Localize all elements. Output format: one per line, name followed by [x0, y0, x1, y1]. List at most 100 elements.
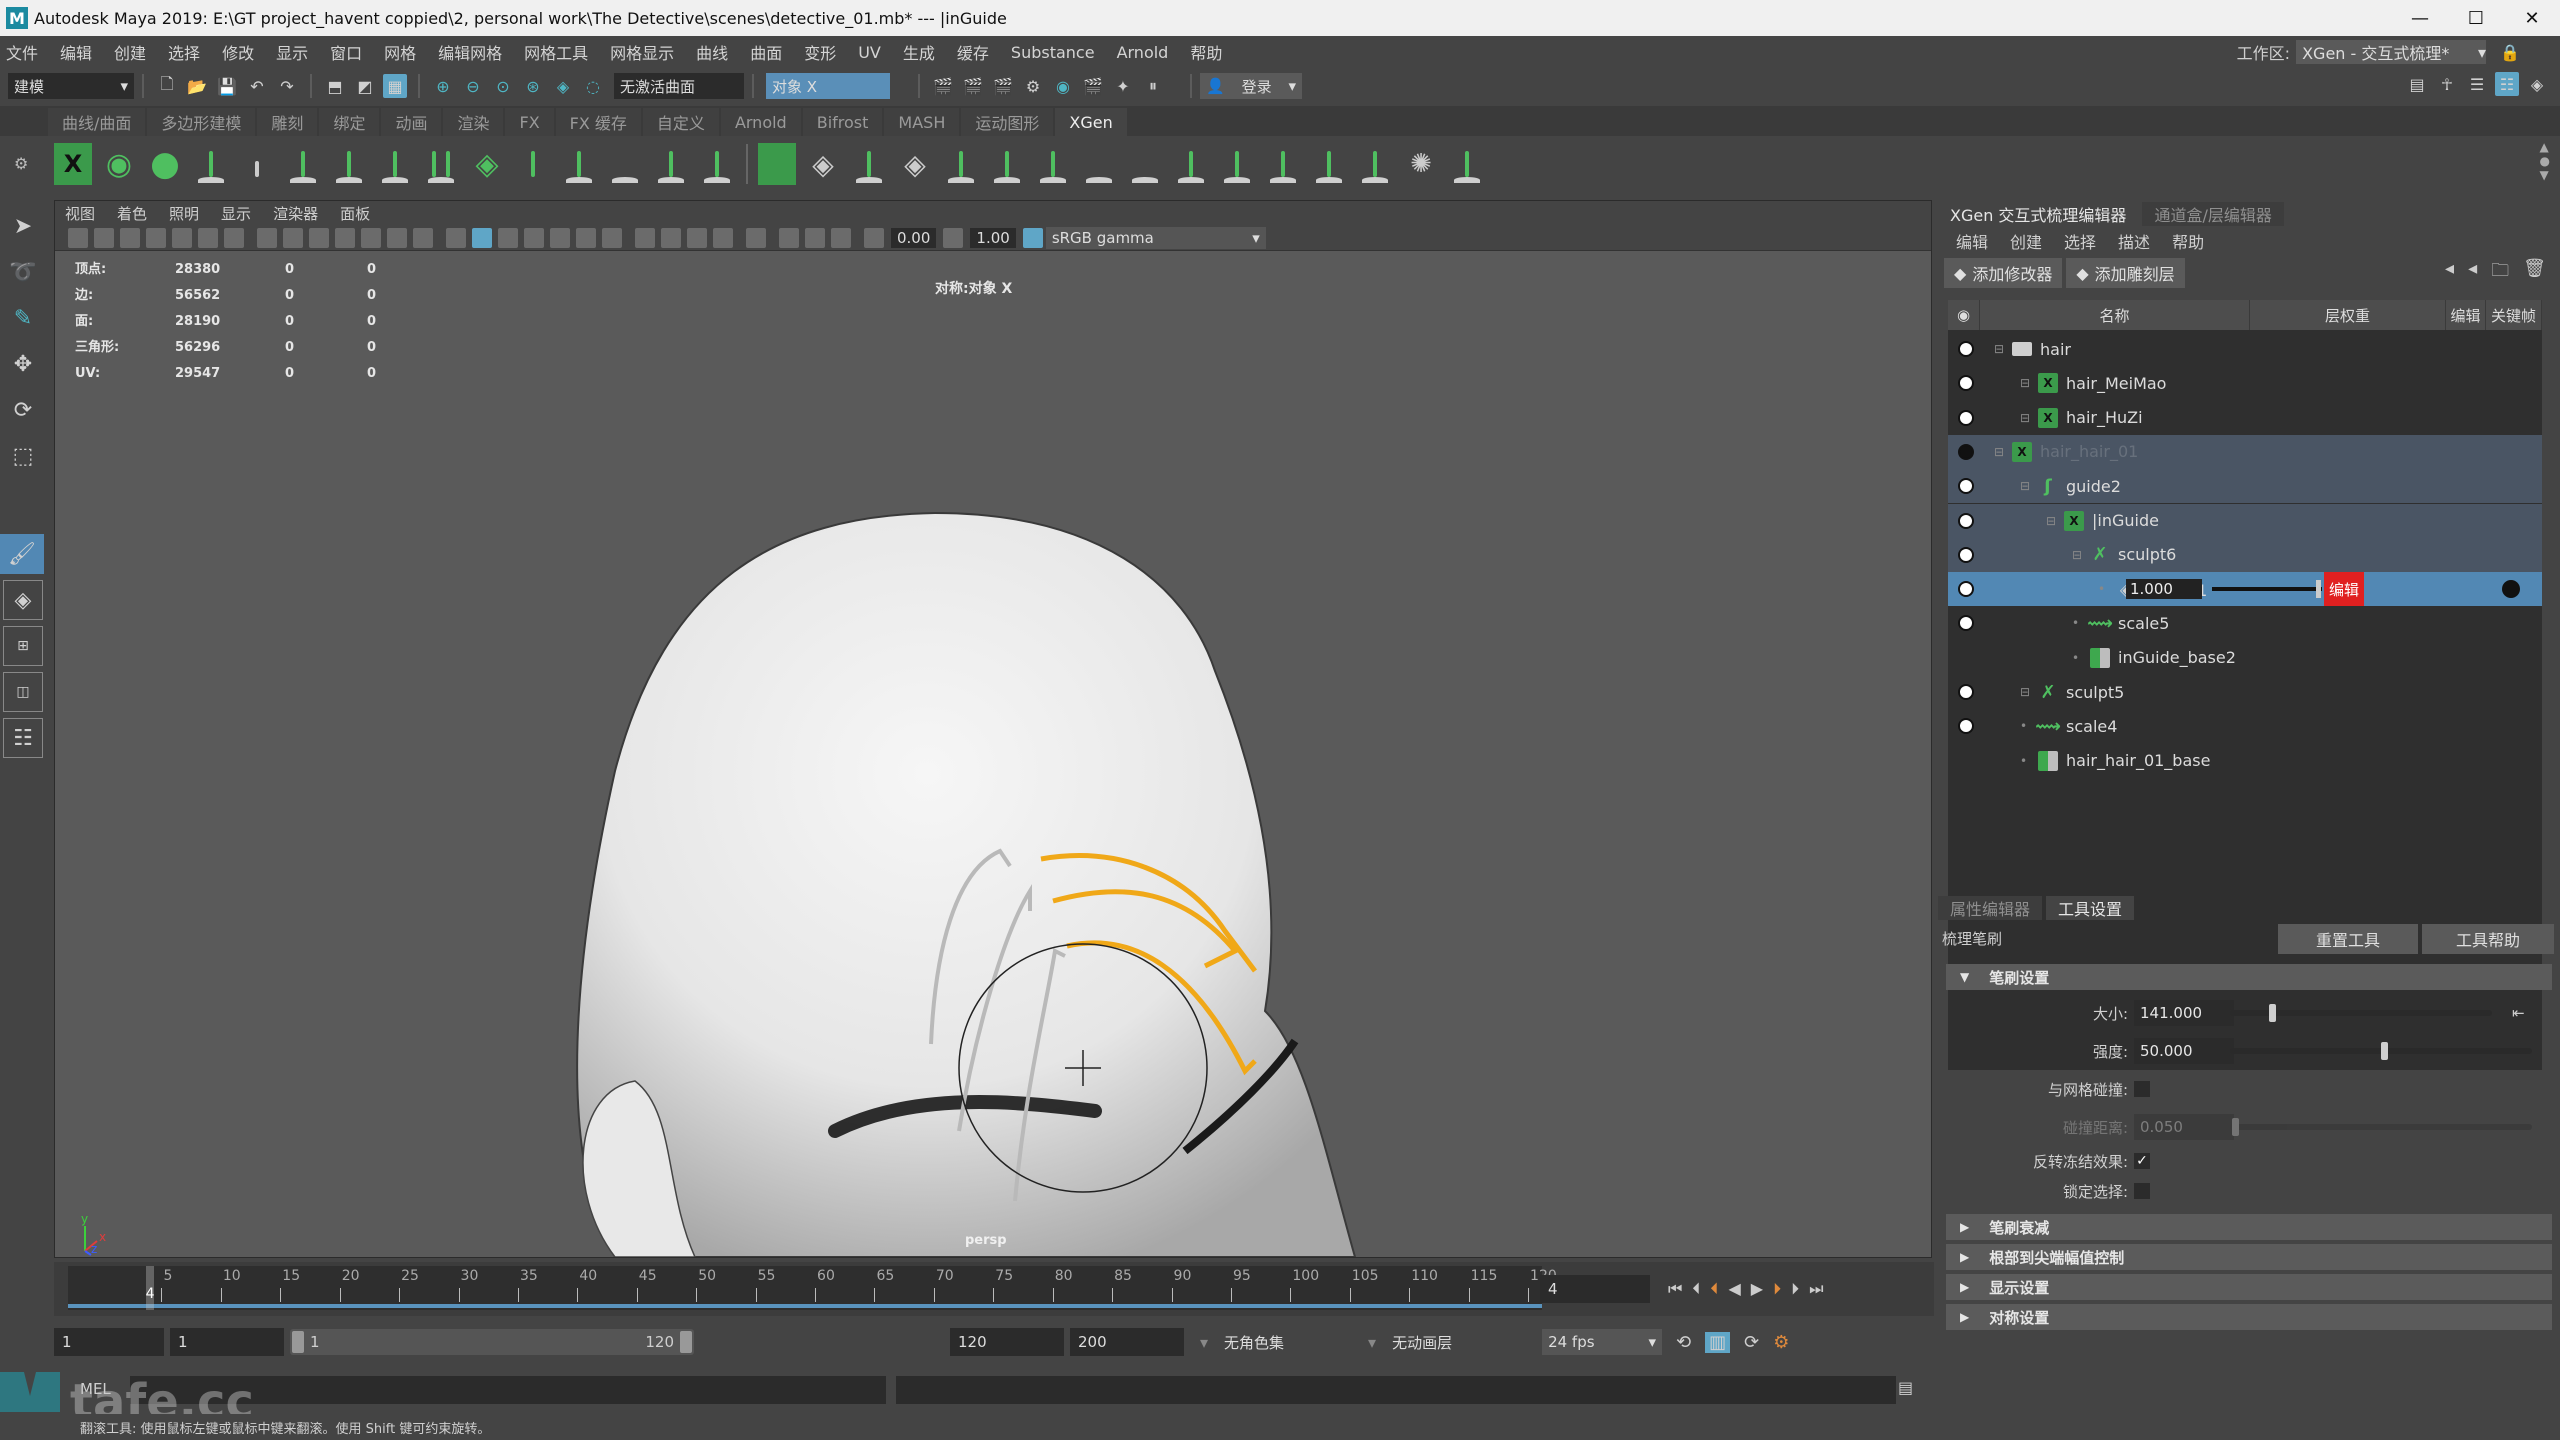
- menu-edit-mesh[interactable]: 编辑网格: [438, 40, 502, 64]
- vp-menu-lighting[interactable]: 照明: [169, 203, 199, 224]
- display-settings-section[interactable]: ▶ 显示设置: [1946, 1274, 2552, 1300]
- outliner-row[interactable]: ⊟ Xhair_HuZi: [1948, 401, 2542, 435]
- delete-icon[interactable]: 🗑: [2523, 258, 2546, 288]
- ipr-render-icon[interactable]: 🎬: [991, 74, 1015, 98]
- keyframe-toggle-icon[interactable]: [2502, 580, 2520, 599]
- move-down-icon[interactable]: ◂: [2468, 258, 2477, 288]
- expand-toggle-icon[interactable]: ⊟: [2020, 685, 2030, 699]
- anim-prefs-icon[interactable]: ⟳: [1744, 1332, 1759, 1353]
- outliner-row[interactable]: •◈雕刻层 11.000编辑: [1948, 572, 2542, 607]
- collide-distance-handle[interactable]: [2232, 1118, 2239, 1136]
- column-keyframe[interactable]: 关键帧: [2486, 300, 2542, 330]
- camera-attributes-icon[interactable]: [120, 227, 140, 248]
- expand-toggle-icon[interactable]: ⊟: [1994, 342, 2004, 356]
- bookmark-icon[interactable]: [146, 227, 166, 248]
- size-slider-handle[interactable]: [2269, 1004, 2277, 1022]
- column-edit[interactable]: 编辑: [2446, 300, 2486, 330]
- groom-menu-create[interactable]: 创建: [2010, 229, 2042, 253]
- snap-surface-icon[interactable]: ◈: [551, 74, 575, 98]
- single-pane-icon[interactable]: ◈: [3, 580, 43, 620]
- hypershade-icon[interactable]: ◉: [1051, 74, 1075, 98]
- xray-joints-icon[interactable]: [831, 227, 851, 248]
- playback-prefs-icon[interactable]: ⚙: [1773, 1332, 1789, 1353]
- loop-icon[interactable]: ⟲: [1676, 1332, 1691, 1353]
- channel-box-icon[interactable]: ◈: [2525, 72, 2549, 96]
- outliner-row[interactable]: • inGuide_base2: [1948, 641, 2542, 675]
- shelf-tab-custom[interactable]: 自定义: [642, 108, 719, 136]
- render-settings-icon[interactable]: ⚙: [1021, 74, 1045, 98]
- fps-dropdown[interactable]: 24 fps ▾: [1542, 1329, 1663, 1355]
- attribute-editor-icon[interactable]: ☰: [2465, 72, 2489, 96]
- character-set-dropdown[interactable]: 无角色集: [1218, 1329, 1359, 1355]
- tab-tool-settings[interactable]: 工具设置: [2046, 896, 2135, 920]
- shelf-settings-icon[interactable]: ⚙: [14, 154, 28, 173]
- place-brush-icon[interactable]: [850, 143, 888, 185]
- undo-icon[interactable]: ↶: [245, 74, 269, 98]
- shelf-tab-bifrost[interactable]: Bifrost: [802, 108, 883, 136]
- expand-toggle-icon[interactable]: •: [2072, 616, 2082, 630]
- menu-substance[interactable]: Substance: [1011, 43, 1095, 62]
- snap-view-plane-icon[interactable]: ⊛: [521, 74, 545, 98]
- snap-live-icon[interactable]: ◌: [581, 74, 605, 98]
- visibility-toggle-icon[interactable]: [1958, 615, 1974, 632]
- layer-weight-field[interactable]: 1.000: [2126, 579, 2202, 600]
- 2d-pan-zoom-icon[interactable]: [198, 227, 218, 248]
- expand-toggle-icon[interactable]: ⊟: [1994, 445, 2004, 459]
- column-layer-weight[interactable]: 层权重: [2250, 300, 2446, 330]
- view-transform-dropdown[interactable]: sRGB gamma ▾: [1045, 226, 1266, 249]
- groom-menu-edit[interactable]: 编辑: [1956, 229, 1988, 253]
- grid-icon[interactable]: [257, 227, 277, 248]
- outliner-row[interactable]: • hair_hair_01_base: [1948, 744, 2542, 778]
- safe-action-icon[interactable]: [387, 227, 407, 248]
- cut-brush-icon[interactable]: [1126, 143, 1164, 185]
- prev-key-icon[interactable]: ⏴: [1710, 1279, 1718, 1299]
- tool-settings-icon[interactable]: ☷: [2495, 72, 2519, 96]
- redo-icon[interactable]: ↷: [275, 74, 299, 98]
- layer-weight-slider[interactable]: [2212, 587, 2322, 592]
- render-view-icon[interactable]: 🎬: [931, 74, 955, 98]
- visibility-toggle-icon[interactable]: [1958, 478, 1974, 495]
- camera-lock-icon[interactable]: [94, 227, 114, 248]
- reset-tool-button[interactable]: 重置工具: [2278, 924, 2418, 954]
- playback-end-field[interactable]: 120: [950, 1328, 1064, 1356]
- strength-slider-handle[interactable]: [2381, 1042, 2388, 1060]
- color-management-toggle-icon[interactable]: [1022, 227, 1043, 248]
- menu-mesh[interactable]: 网格: [384, 40, 416, 64]
- four-pane-icon[interactable]: ⊞: [3, 626, 43, 666]
- exposure-icon[interactable]: [864, 227, 884, 248]
- shelf-tab-rigging[interactable]: 绑定: [319, 108, 380, 136]
- go-to-start-icon[interactable]: ⏮: [1668, 1279, 1682, 1299]
- add-guides-icon[interactable]: [192, 143, 230, 185]
- exposure-field[interactable]: 0.00: [891, 227, 937, 248]
- range-slider[interactable]: 1 120: [290, 1329, 694, 1355]
- open-scene-icon[interactable]: 📂: [185, 74, 209, 98]
- depth-of-field-icon[interactable]: [713, 227, 733, 248]
- playback-start-field[interactable]: 1: [170, 1328, 284, 1356]
- play-forward-icon[interactable]: ▶: [1751, 1279, 1763, 1299]
- brush-settings-section[interactable]: ▼ 笔刷设置: [1946, 964, 2552, 990]
- width-brush-icon[interactable]: [1448, 143, 1486, 185]
- interactive-groom-editor-icon[interactable]: [758, 143, 796, 185]
- snap-curve-icon[interactable]: ⊖: [461, 74, 485, 98]
- smooth-shade-icon[interactable]: [472, 227, 492, 248]
- expand-toggle-icon[interactable]: •: [2020, 754, 2030, 768]
- shelf-tab-sculpt[interactable]: 雕刻: [257, 108, 318, 136]
- visibility-toggle-icon[interactable]: [1958, 581, 1974, 598]
- default-material-icon[interactable]: [498, 227, 518, 248]
- login-dropdown[interactable]: 👤 登录 ▾: [1200, 73, 1302, 99]
- anti-aliasing-icon[interactable]: [687, 227, 707, 248]
- add-sculpt-layer-button[interactable]: ◆ 添加雕刻层: [2066, 258, 2185, 288]
- menu-arnold[interactable]: Arnold: [1117, 43, 1169, 62]
- visibility-toggle-icon[interactable]: [1958, 512, 1974, 529]
- shelf-tab-poly[interactable]: 多边形建模: [147, 108, 256, 136]
- place-guides-icon[interactable]: [238, 143, 276, 185]
- wireframe-on-shaded-icon[interactable]: [524, 227, 544, 248]
- groom-menu-describe[interactable]: 描述: [2118, 229, 2150, 253]
- menu-mesh-tools[interactable]: 网格工具: [524, 40, 588, 64]
- field-chart-icon[interactable]: [361, 227, 381, 248]
- vp-menu-renderer[interactable]: 渲染器: [273, 203, 318, 224]
- select-component-icon[interactable]: ▦: [383, 74, 407, 98]
- gate-mask-icon[interactable]: [335, 227, 355, 248]
- auto-key-icon[interactable]: ▥: [1705, 1331, 1731, 1353]
- menu-windows[interactable]: 窗口: [330, 40, 362, 64]
